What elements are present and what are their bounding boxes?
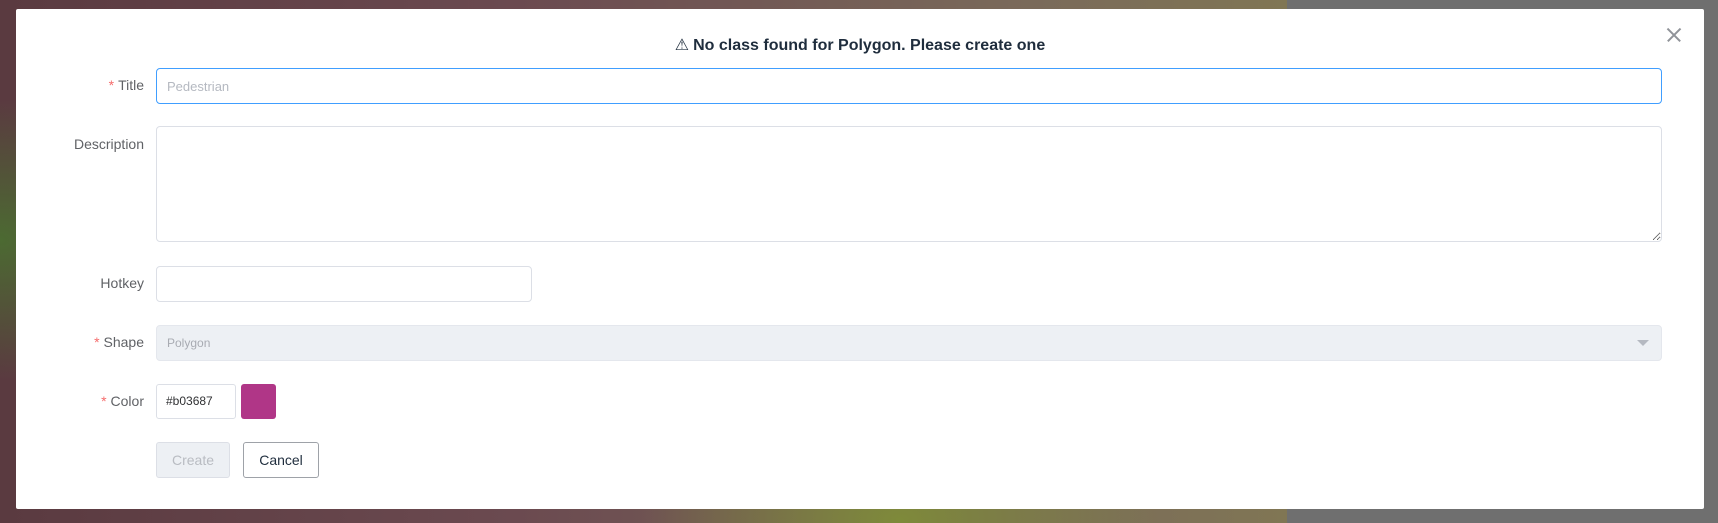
hotkey-label: Hotkey bbox=[100, 275, 144, 291]
description-textarea[interactable] bbox=[156, 126, 1662, 242]
title-label: * Title bbox=[108, 77, 144, 93]
color-label: * Color bbox=[101, 393, 144, 409]
create-button[interactable]: Create bbox=[156, 442, 230, 478]
color-hex-input[interactable]: #b03687 bbox=[156, 384, 236, 419]
cancel-button[interactable]: Cancel bbox=[243, 442, 319, 478]
dialog-title: ⚠ No class found for Polygon. Please crea… bbox=[16, 35, 1704, 55]
chevron-down-icon bbox=[1637, 340, 1649, 346]
shape-label: * Shape bbox=[94, 334, 144, 350]
description-label: Description bbox=[73, 136, 144, 152]
dialog-title-text: No class found for Polygon. Please creat… bbox=[693, 37, 1046, 54]
color-picker-swatch[interactable] bbox=[241, 384, 276, 419]
shape-select[interactable]: Polygon bbox=[156, 325, 1662, 361]
close-icon[interactable] bbox=[1662, 23, 1686, 47]
create-class-dialog: ⚠ No class found for Polygon. Please crea… bbox=[16, 9, 1704, 509]
required-marker: * bbox=[94, 334, 100, 350]
shape-select-value: Polygon bbox=[167, 336, 211, 350]
required-marker: * bbox=[108, 77, 115, 93]
hotkey-input[interactable] bbox=[156, 266, 532, 302]
required-marker: * bbox=[101, 393, 107, 409]
title-input[interactable] bbox=[156, 68, 1662, 104]
warning-icon: ⚠ bbox=[674, 37, 690, 54]
